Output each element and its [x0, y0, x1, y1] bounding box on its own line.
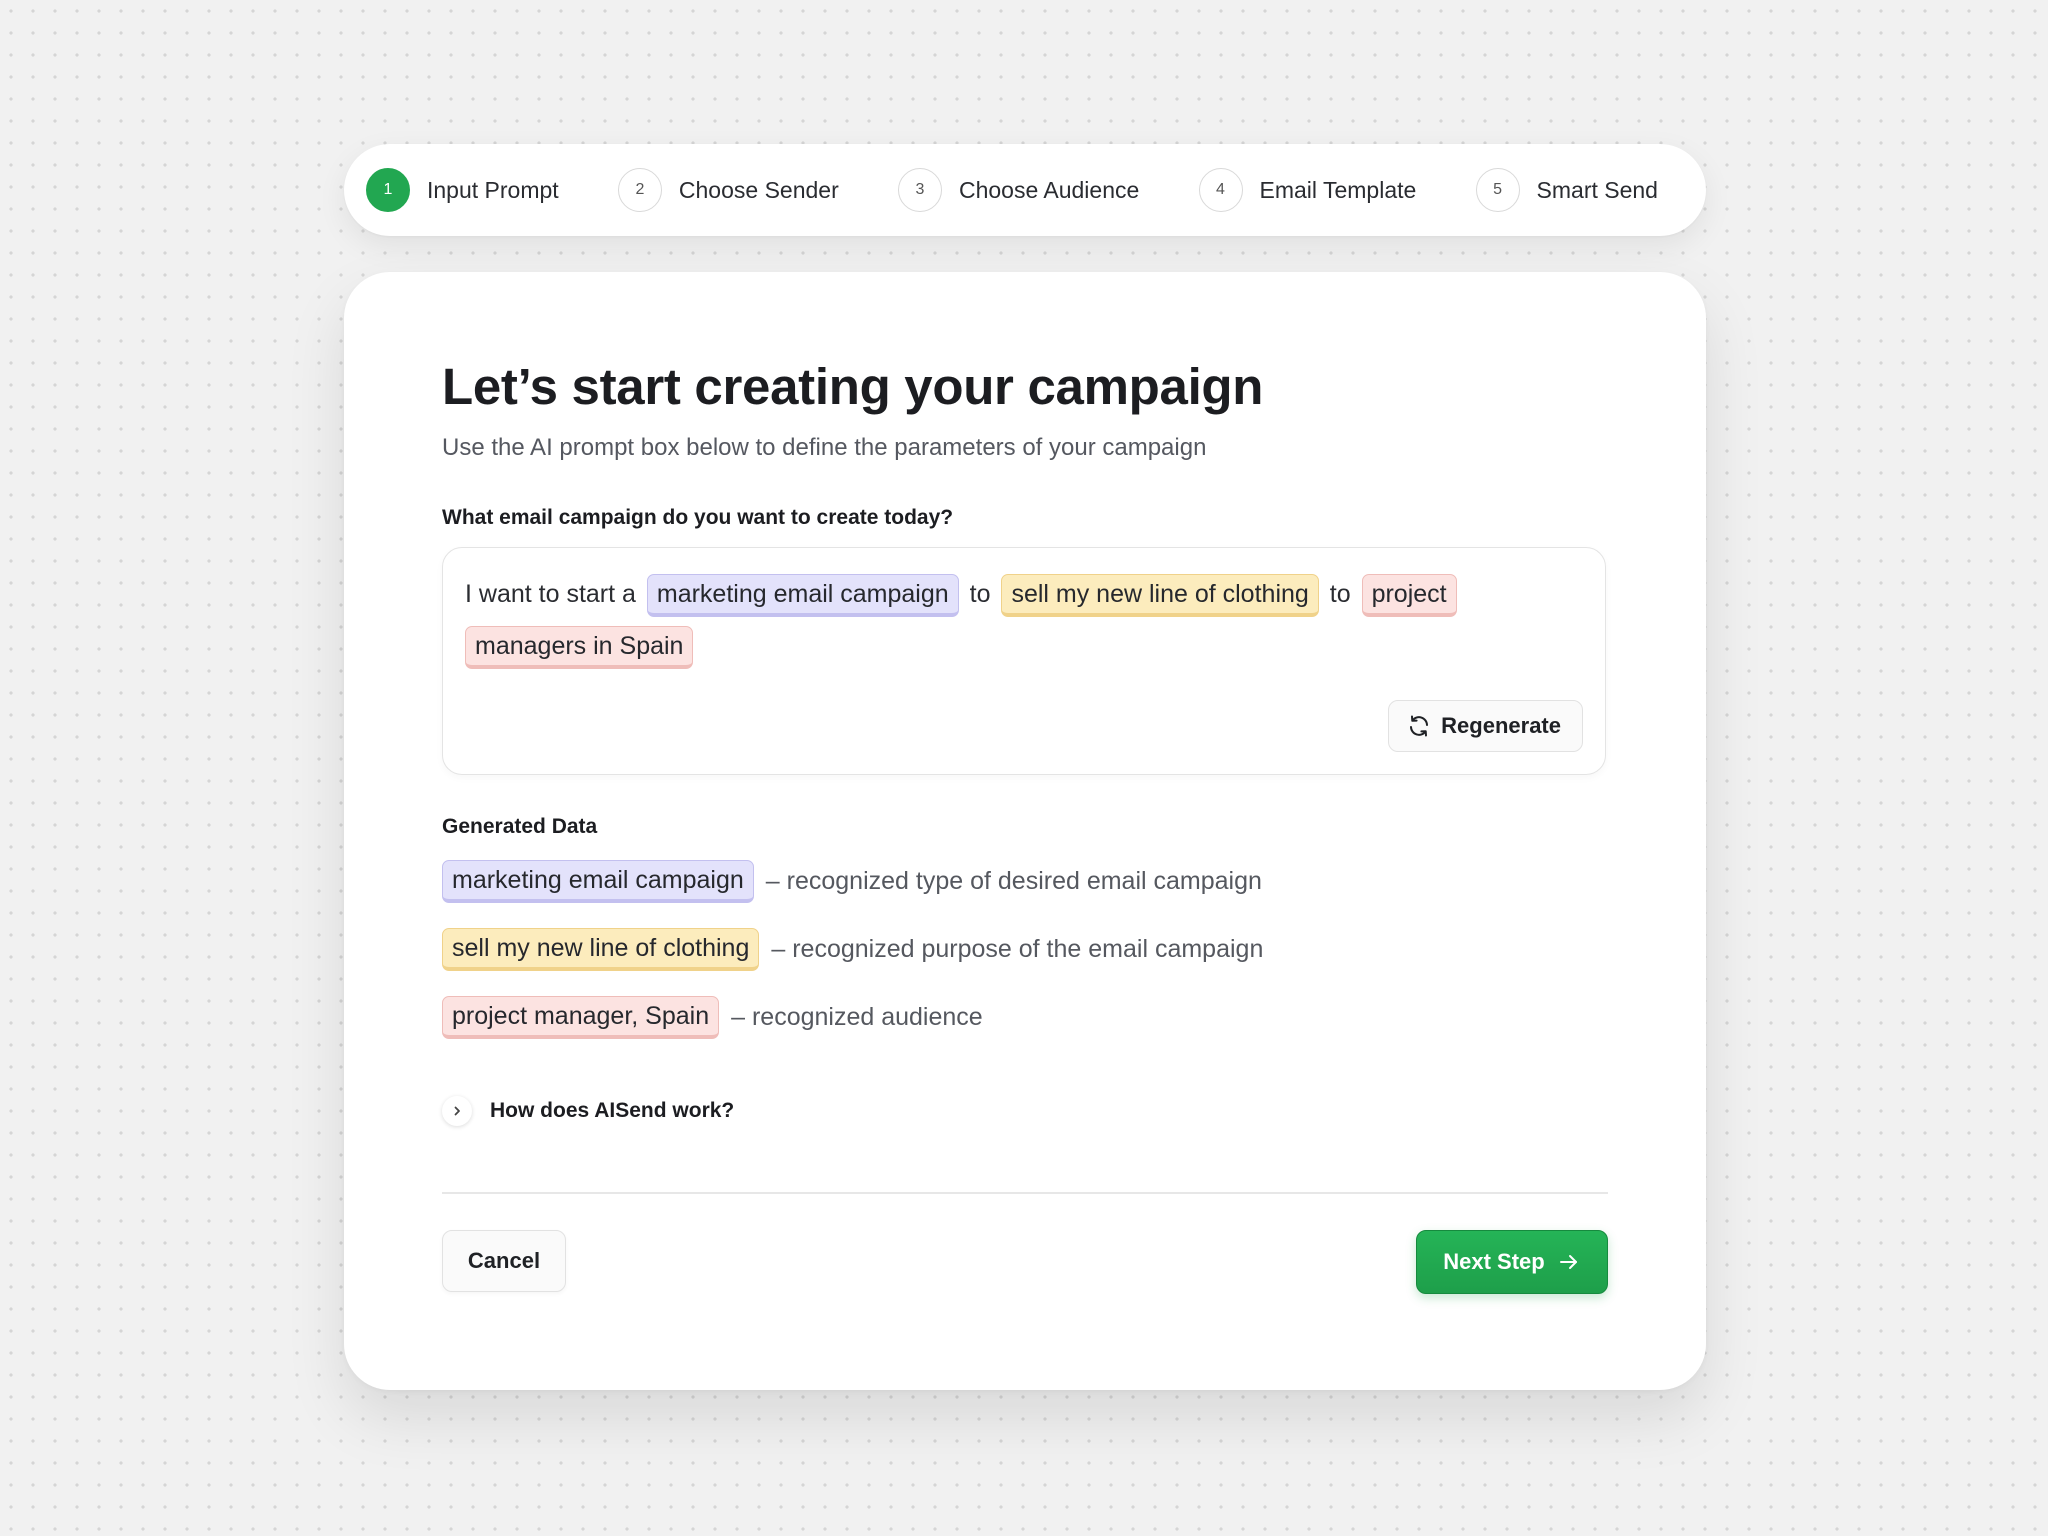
- generated-data-row: marketing email campaign – recognized ty…: [442, 860, 1262, 903]
- page-subtitle: Use the AI prompt box below to define th…: [442, 434, 1207, 461]
- step-choose-sender[interactable]: 2 Choose Sender: [617, 168, 839, 212]
- generated-audience-description: – recognized audience: [731, 1003, 983, 1031]
- generated-purpose-chip: sell my new line of clothing: [442, 928, 760, 971]
- step-number: 1: [366, 168, 410, 212]
- prompt-intro-text: I want to start a: [465, 580, 636, 608]
- step-label: Choose Sender: [678, 176, 839, 203]
- campaign-type-chip[interactable]: marketing email campaign: [646, 573, 959, 617]
- generated-type-description: – recognized type of desired email campa…: [765, 867, 1262, 895]
- footer-divider: [442, 1192, 1608, 1194]
- step-choose-audience[interactable]: 3 Choose Audience: [897, 168, 1140, 212]
- generated-audience-chip: project manager, Spain: [442, 996, 720, 1039]
- prompt-connector-text: to: [969, 580, 991, 608]
- campaign-audience-chip[interactable]: managers in Spain: [465, 625, 694, 669]
- generated-type-chip: marketing email campaign: [442, 860, 754, 903]
- generated-data-row: sell my new line of clothing – recognize…: [442, 928, 1263, 971]
- campaign-card: Let’s start creating your campaign Use t…: [344, 272, 1706, 1390]
- cancel-button[interactable]: Cancel: [442, 1230, 566, 1292]
- step-label: Choose Audience: [958, 176, 1140, 203]
- generated-purpose-description: – recognized purpose of the email campai…: [771, 935, 1264, 963]
- step-number: 2: [617, 168, 662, 212]
- refresh-icon: [1410, 715, 1429, 737]
- chevron-right-icon[interactable]: [442, 1096, 472, 1126]
- step-smart-send[interactable]: 5 Smart Send: [1475, 168, 1658, 212]
- arrow-right-icon: [1559, 1255, 1577, 1269]
- regenerate-button[interactable]: Regenerate: [1388, 700, 1583, 752]
- regenerate-label: Regenerate: [1441, 713, 1561, 738]
- prompt-connector-text: to: [1329, 580, 1351, 608]
- page-title: Let’s start creating your campaign: [442, 358, 1264, 415]
- generated-data-heading: Generated Data: [442, 815, 598, 838]
- step-input-prompt[interactable]: 1 Input Prompt: [366, 168, 559, 212]
- step-label: Input Prompt: [427, 176, 559, 203]
- step-email-template[interactable]: 4 Email Template: [1198, 168, 1417, 212]
- how-it-works-label[interactable]: How does AISend work?: [490, 1099, 734, 1123]
- generated-data-row: project manager, Spain – recognized audi…: [442, 996, 983, 1039]
- step-number: 5: [1475, 168, 1520, 212]
- how-it-works-toggle[interactable]: How does AISend work?: [442, 1096, 734, 1126]
- campaign-purpose-chip[interactable]: sell my new line of clothing: [1001, 573, 1319, 617]
- prompt-text[interactable]: I want to start a marketing email campai…: [465, 568, 1565, 672]
- step-label: Email Template: [1259, 176, 1417, 203]
- step-number: 3: [897, 168, 942, 212]
- campaign-audience-chip[interactable]: project: [1361, 573, 1457, 617]
- step-label: Smart Send: [1536, 176, 1658, 203]
- step-number: 4: [1198, 168, 1243, 212]
- campaign-stepper: 1 Input Prompt 2 Choose Sender 3 Choose …: [344, 144, 1706, 236]
- next-step-button[interactable]: Next Step: [1416, 1230, 1608, 1294]
- next-step-label: Next Step: [1443, 1249, 1545, 1274]
- ai-prompt-box[interactable]: I want to start a marketing email campai…: [442, 547, 1606, 775]
- prompt-question-label: What email campaign do you want to creat…: [442, 506, 954, 529]
